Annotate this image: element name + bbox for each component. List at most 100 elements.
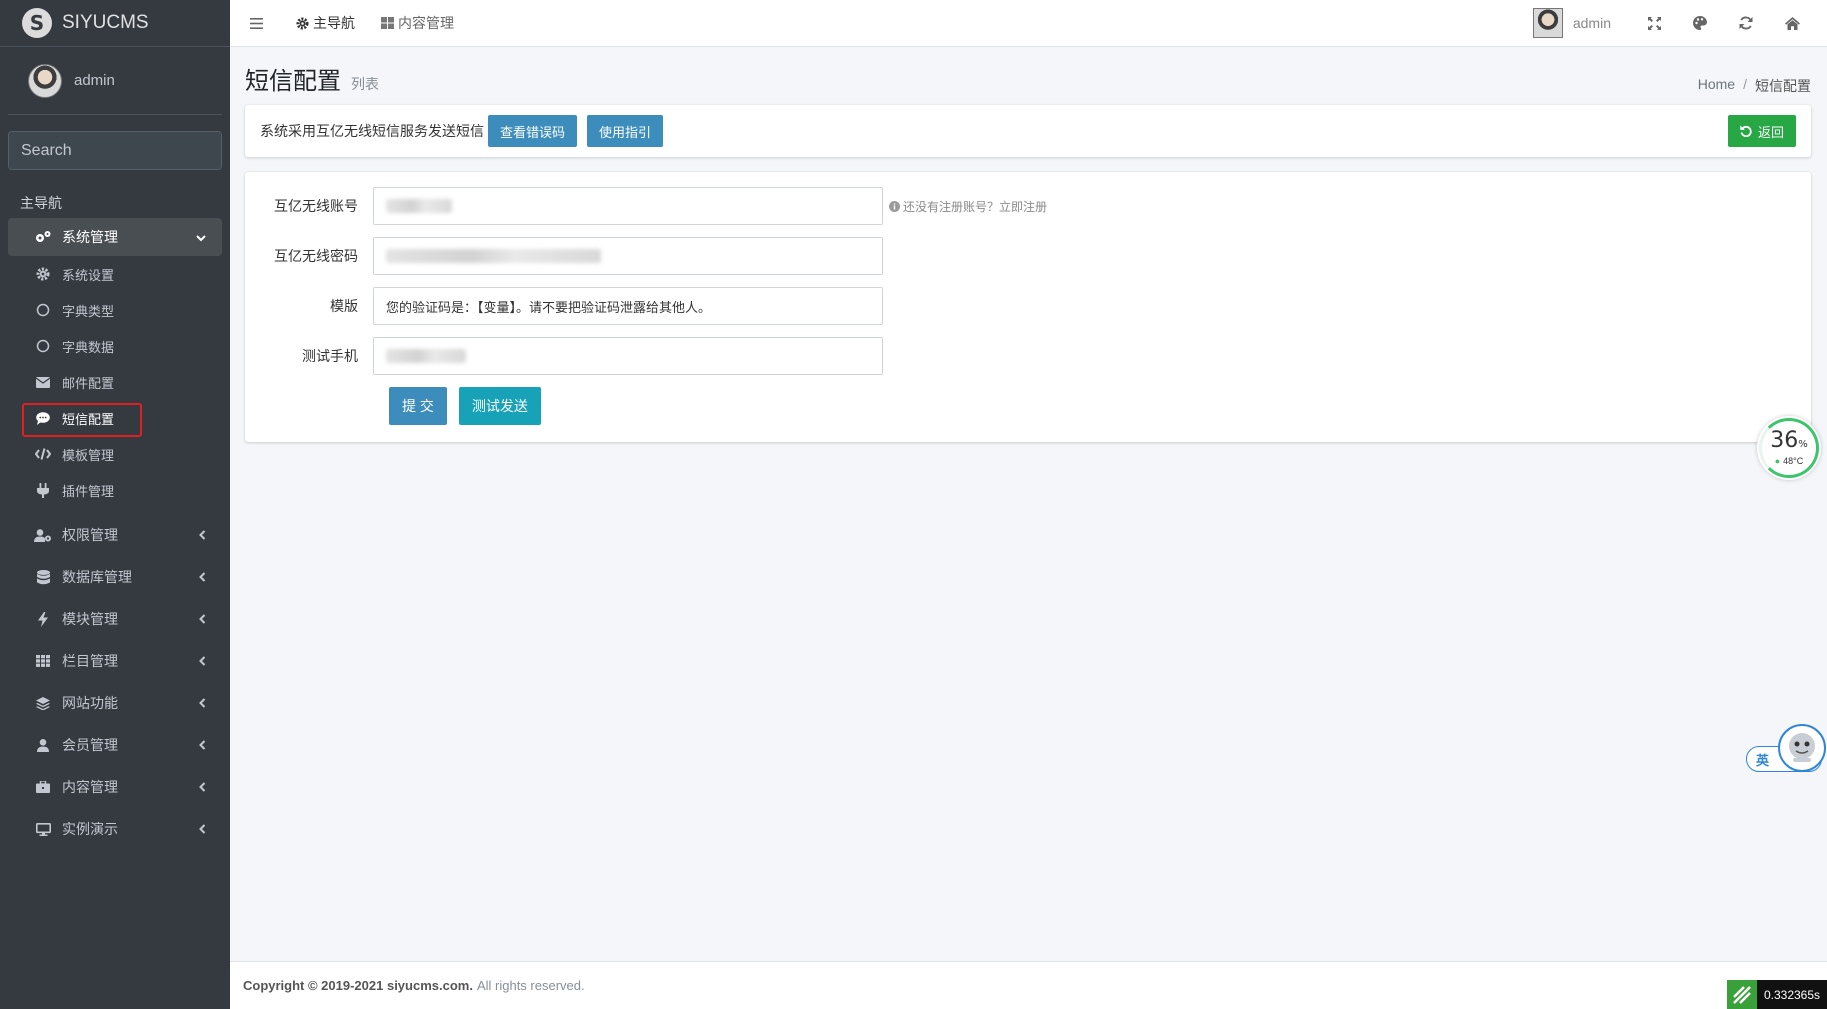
sidebar-item-permissions[interactable]: 权限管理 [8,514,222,556]
breadcrumb-current: 短信配置 [1755,78,1811,94]
user-cog-icon [34,528,52,542]
content-wrapper: 短信配置 列表 Home / 短信配置 系统采用互亿无线短信服务发送短信 查看错… [230,47,1827,961]
sidebar-item-label: 实例演示 [62,821,118,837]
user-panel[interactable]: admin [8,47,222,115]
brand-logo: S [22,8,52,38]
leaf-icon [1733,985,1751,1004]
mascot-icon [1789,733,1815,762]
top-nav-main-label: 主导航 [313,15,355,31]
register-help[interactable]: 还没有注册账号？立即注册 [889,198,1047,215]
sidebar-item-sms[interactable]: 短信配置 [22,400,186,437]
form-row-password: 互亿无线密码 [245,237,1811,275]
info-card: 系统采用互亿无线短信服务发送短信 查看错误码 使用指引 返回 [245,105,1811,157]
sidebar-item-site-functions[interactable]: 网站功能 [8,682,222,724]
footer: Copyright © 2019-2021 siyucms.com. All r… [230,961,1827,1009]
top-nav-content[interactable]: 内容管理 [368,0,467,46]
breadcrumb-home[interactable]: Home [1698,76,1735,96]
sidebar-item-settings[interactable]: 系统设置 [26,256,186,292]
sidebar-item-label: 数据库管理 [62,569,132,585]
sidebar-item-label: 邮件配置 [62,375,115,391]
top-user-menu[interactable]: admin [1532,8,1631,38]
account-field[interactable] [373,187,883,225]
expand-icon [1647,16,1661,30]
account-label: 互亿无线账号 [274,198,358,214]
fullscreen-button[interactable] [1631,0,1677,46]
sidebar-toggle[interactable] [230,0,283,46]
gear-icon [34,267,52,281]
sidebar-item-columns[interactable]: 栏目管理 [8,640,222,682]
avatar [1532,8,1563,38]
sidebar-item-database[interactable]: 数据库管理 [8,556,222,598]
refresh-button[interactable] [1723,0,1769,46]
form-row-template: 模版 您的验证码是：【变量】。请不要把验证码泄露给其他人。 [245,287,1811,325]
cpu-unit: % [1798,439,1808,450]
theme-button[interactable] [1677,0,1723,46]
breadcrumb: Home / 短信配置 [1698,76,1811,96]
view-error-codes-button[interactable]: 查看错误码 [488,115,578,147]
debug-bar-logo[interactable] [1727,980,1757,1009]
sidebar-item-label: 短信配置 [62,411,115,427]
sidebar-item-demos[interactable]: 实例演示 [8,808,222,850]
search-input[interactable] [9,132,221,169]
user-icon [34,738,52,752]
masked-value [386,199,452,213]
undo-icon [1740,125,1752,137]
password-field[interactable] [373,237,883,275]
sidebar-item-label: 权限管理 [62,527,118,543]
sidebar-item-label: 系统管理 [62,229,118,245]
sidebar-item-dict-type[interactable]: 字典类型 [26,292,186,328]
hamburger-icon [250,17,263,29]
sidebar-item-label: 栏目管理 [62,653,118,669]
envelope-icon [34,376,52,388]
breadcrumb-separator: / [1743,76,1747,92]
cpu-temp-value: 48°C [1783,456,1804,466]
chevron-left-icon [199,779,206,795]
sidebar-item-content[interactable]: 内容管理 [8,766,222,808]
home-button[interactable] [1769,0,1815,46]
sidebar-item-members[interactable]: 会员管理 [8,724,222,766]
test-send-button[interactable]: 测试发送 [458,387,541,425]
sidebar-item-dict-data[interactable]: 字典数据 [26,328,186,364]
brand-link[interactable]: S SIYUCMS [0,0,230,47]
chevron-left-icon [199,527,206,543]
ime-mascot[interactable] [1778,724,1826,772]
grid-icon [34,655,52,667]
gears-icon [34,230,52,244]
sidebar-item-templates[interactable]: 模板管理 [26,436,186,472]
sidebar: S SIYUCMS admin 主导航 系统管理 系统设置 字典类型 字 [0,0,230,1009]
sidebar-item-system[interactable]: 系统管理 [8,218,222,256]
chevron-down-icon [196,229,206,245]
usage-guide-button[interactable]: 使用指引 [587,115,664,147]
debug-timer[interactable]: 0.332365s [1757,980,1827,1009]
chevron-left-icon [199,611,206,627]
footer-copyright: Copyright © 2019-2021 siyucms.com. [243,978,473,993]
sidebar-item-label: 网站功能 [62,695,118,711]
nav-header: 主导航 [20,195,62,211]
chevron-left-icon [199,569,206,585]
submit-button[interactable]: 提 交 [389,387,447,425]
top-nav-main[interactable]: 主导航 [283,0,368,46]
plug-icon [34,482,52,498]
content-header: 短信配置 列表 Home / 短信配置 [245,47,1811,105]
sms-config-form: 互亿无线账号 还没有注册账号？立即注册 互亿无线密码 模版 您的验证码是：【变量… [245,172,1811,442]
sidebar-item-label: 模块管理 [62,611,118,627]
sidebar-item-plugins[interactable]: 插件管理 [26,472,186,508]
sidebar-item-label: 会员管理 [62,737,118,753]
chevron-left-icon [199,821,206,837]
home-icon [1784,16,1800,30]
cpu-gauge-widget[interactable]: 36% ● 48°C [1757,416,1821,480]
template-label: 模版 [330,298,358,314]
sidebar-item-modules[interactable]: 模块管理 [8,598,222,640]
back-button[interactable]: 返回 [1727,115,1796,147]
template-field[interactable]: 您的验证码是：【变量】。请不要把验证码泄露给其他人。 [373,287,883,325]
masked-value [386,349,466,363]
password-label: 互亿无线密码 [274,248,358,264]
page-subtitle: 列表 [351,76,379,92]
comment-icon [34,411,52,425]
cpu-gauge-value: 36% [1770,430,1808,456]
sidebar-item-email[interactable]: 邮件配置 [26,364,186,400]
top-nav-content-label: 内容管理 [398,15,454,31]
phone-field[interactable] [373,337,883,375]
layers-icon [34,696,52,710]
circle-icon [34,303,52,317]
